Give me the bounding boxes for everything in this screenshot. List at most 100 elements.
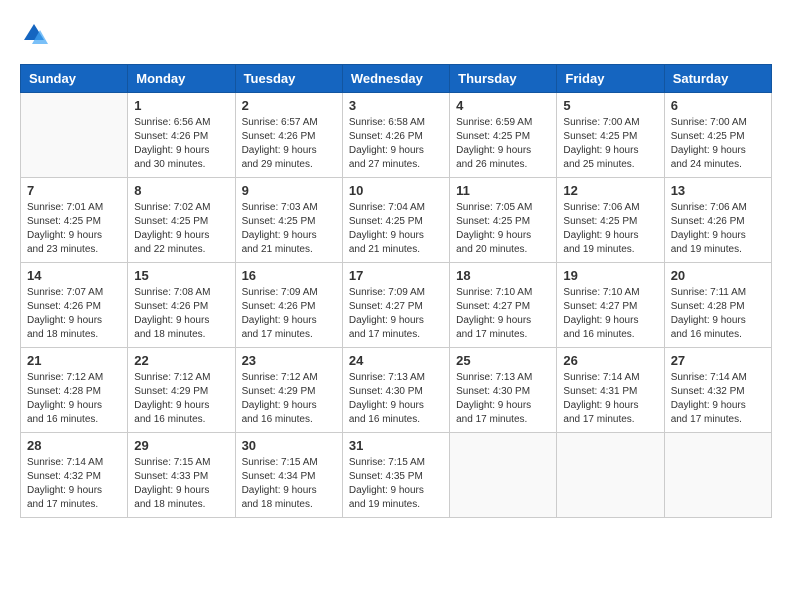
day-number: 29 <box>134 438 228 453</box>
page-header <box>20 20 772 48</box>
day-number: 27 <box>671 353 765 368</box>
calendar-cell: 20 Sunrise: 7:11 AMSunset: 4:28 PMDayligh… <box>664 263 771 348</box>
day-info: Sunrise: 7:12 AMSunset: 4:28 PMDaylight:… <box>27 371 121 427</box>
calendar-cell: 29 Sunrise: 7:15 AMSunset: 4:33 PMDayligh… <box>128 433 235 518</box>
day-number: 14 <box>27 268 121 283</box>
day-number: 7 <box>27 183 121 198</box>
calendar-cell: 27 Sunrise: 7:14 AMSunset: 4:32 PMDayligh… <box>664 348 771 433</box>
calendar-cell: 10Sunrise: 7:04 AMSunset: 4:25 PMDayligh… <box>342 178 449 263</box>
day-info: Sunrise: 7:14 AMSunset: 4:32 PMDaylight:… <box>27 456 121 512</box>
calendar-cell <box>450 433 557 518</box>
day-number: 11 <box>456 183 550 198</box>
day-info: Sunrise: 7:07 AMSunset: 4:26 PMDaylight:… <box>27 286 121 342</box>
day-info: Sunrise: 7:14 AMSunset: 4:31 PMDaylight:… <box>563 371 657 427</box>
day-number: 21 <box>27 353 121 368</box>
calendar-cell: 3 Sunrise: 6:58 AMSunset: 4:26 PMDaylight… <box>342 93 449 178</box>
calendar-cell: 23Sunrise: 7:12 AMSunset: 4:29 PMDayligh… <box>235 348 342 433</box>
calendar-cell: 31 Sunrise: 7:15 AMSunset: 4:35 PMDayligh… <box>342 433 449 518</box>
calendar-cell: 28 Sunrise: 7:14 AMSunset: 4:32 PMDayligh… <box>21 433 128 518</box>
calendar-cell: 11Sunrise: 7:05 AMSunset: 4:25 PMDayligh… <box>450 178 557 263</box>
calendar-cell: 2 Sunrise: 6:57 AMSunset: 4:26 PMDaylight… <box>235 93 342 178</box>
calendar-cell <box>21 93 128 178</box>
calendar-week-2: 7 Sunrise: 7:01 AMSunset: 4:25 PMDaylight… <box>21 178 772 263</box>
day-number: 30 <box>242 438 336 453</box>
day-info: Sunrise: 6:57 AMSunset: 4:26 PMDaylight:… <box>242 116 336 172</box>
day-number: 28 <box>27 438 121 453</box>
calendar-week-3: 14 Sunrise: 7:07 AMSunset: 4:26 PMDayligh… <box>21 263 772 348</box>
day-info: Sunrise: 7:09 AMSunset: 4:26 PMDaylight:… <box>242 286 336 342</box>
logo <box>20 20 52 48</box>
col-header-wednesday: Wednesday <box>342 65 449 93</box>
day-number: 31 <box>349 438 443 453</box>
calendar-cell: 8 Sunrise: 7:02 AMSunset: 4:25 PMDaylight… <box>128 178 235 263</box>
calendar-cell: 24 Sunrise: 7:13 AMSunset: 4:30 PMDayligh… <box>342 348 449 433</box>
calendar-cell: 6 Sunrise: 7:00 AMSunset: 4:25 PMDaylight… <box>664 93 771 178</box>
calendar-cell: 9 Sunrise: 7:03 AMSunset: 4:25 PMDaylight… <box>235 178 342 263</box>
day-info: Sunrise: 7:15 AMSunset: 4:33 PMDaylight:… <box>134 456 228 512</box>
day-number: 6 <box>671 98 765 113</box>
calendar-cell: 1Sunrise: 6:56 AMSunset: 4:26 PMDaylight… <box>128 93 235 178</box>
col-header-saturday: Saturday <box>664 65 771 93</box>
calendar-cell: 22Sunrise: 7:12 AMSunset: 4:29 PMDayligh… <box>128 348 235 433</box>
logo-icon <box>20 20 48 48</box>
col-header-thursday: Thursday <box>450 65 557 93</box>
calendar-cell: 13Sunrise: 7:06 AMSunset: 4:26 PMDayligh… <box>664 178 771 263</box>
calendar-cell: 19 Sunrise: 7:10 AMSunset: 4:27 PMDayligh… <box>557 263 664 348</box>
calendar-cell: 15 Sunrise: 7:08 AMSunset: 4:26 PMDayligh… <box>128 263 235 348</box>
day-info: Sunrise: 6:59 AMSunset: 4:25 PMDaylight:… <box>456 116 550 172</box>
day-info: Sunrise: 7:00 AMSunset: 4:25 PMDaylight:… <box>671 116 765 172</box>
day-info: Sunrise: 7:04 AMSunset: 4:25 PMDaylight:… <box>349 201 443 257</box>
day-number: 3 <box>349 98 443 113</box>
day-number: 2 <box>242 98 336 113</box>
day-info: Sunrise: 6:58 AMSunset: 4:26 PMDaylight:… <box>349 116 443 172</box>
calendar-cell: 16 Sunrise: 7:09 AMSunset: 4:26 PMDayligh… <box>235 263 342 348</box>
day-number: 25 <box>456 353 550 368</box>
calendar-cell: 18 Sunrise: 7:10 AMSunset: 4:27 PMDayligh… <box>450 263 557 348</box>
day-number: 15 <box>134 268 228 283</box>
day-info: Sunrise: 7:03 AMSunset: 4:25 PMDaylight:… <box>242 201 336 257</box>
calendar-table: SundayMondayTuesdayWednesdayThursdayFrid… <box>20 64 772 518</box>
calendar-cell: 7 Sunrise: 7:01 AMSunset: 4:25 PMDaylight… <box>21 178 128 263</box>
day-number: 24 <box>349 353 443 368</box>
day-info: Sunrise: 7:02 AMSunset: 4:25 PMDaylight:… <box>134 201 228 257</box>
day-number: 9 <box>242 183 336 198</box>
day-info: Sunrise: 7:10 AMSunset: 4:27 PMDaylight:… <box>563 286 657 342</box>
day-info: Sunrise: 7:12 AMSunset: 4:29 PMDaylight:… <box>134 371 228 427</box>
day-number: 26 <box>563 353 657 368</box>
day-number: 16 <box>242 268 336 283</box>
day-info: Sunrise: 7:00 AMSunset: 4:25 PMDaylight:… <box>563 116 657 172</box>
calendar-cell: 21 Sunrise: 7:12 AMSunset: 4:28 PMDayligh… <box>21 348 128 433</box>
calendar-week-5: 28 Sunrise: 7:14 AMSunset: 4:32 PMDayligh… <box>21 433 772 518</box>
day-info: Sunrise: 7:08 AMSunset: 4:26 PMDaylight:… <box>134 286 228 342</box>
calendar-cell: 26 Sunrise: 7:14 AMSunset: 4:31 PMDayligh… <box>557 348 664 433</box>
calendar-cell: 14 Sunrise: 7:07 AMSunset: 4:26 PMDayligh… <box>21 263 128 348</box>
day-info: Sunrise: 7:14 AMSunset: 4:32 PMDaylight:… <box>671 371 765 427</box>
col-header-sunday: Sunday <box>21 65 128 93</box>
calendar-cell <box>664 433 771 518</box>
calendar-header-row: SundayMondayTuesdayWednesdayThursdayFrid… <box>21 65 772 93</box>
calendar-cell: 17 Sunrise: 7:09 AMSunset: 4:27 PMDayligh… <box>342 263 449 348</box>
day-info: Sunrise: 7:10 AMSunset: 4:27 PMDaylight:… <box>456 286 550 342</box>
day-number: 20 <box>671 268 765 283</box>
day-number: 19 <box>563 268 657 283</box>
day-info: Sunrise: 7:09 AMSunset: 4:27 PMDaylight:… <box>349 286 443 342</box>
calendar-cell: 5Sunrise: 7:00 AMSunset: 4:25 PMDaylight… <box>557 93 664 178</box>
day-info: Sunrise: 7:11 AMSunset: 4:28 PMDaylight:… <box>671 286 765 342</box>
day-info: Sunrise: 7:15 AMSunset: 4:34 PMDaylight:… <box>242 456 336 512</box>
day-number: 23 <box>242 353 336 368</box>
day-number: 8 <box>134 183 228 198</box>
col-header-monday: Monday <box>128 65 235 93</box>
calendar-cell: 12Sunrise: 7:06 AMSunset: 4:25 PMDayligh… <box>557 178 664 263</box>
calendar-cell: 30 Sunrise: 7:15 AMSunset: 4:34 PMDayligh… <box>235 433 342 518</box>
day-info: Sunrise: 7:06 AMSunset: 4:26 PMDaylight:… <box>671 201 765 257</box>
calendar-week-1: 1Sunrise: 6:56 AMSunset: 4:26 PMDaylight… <box>21 93 772 178</box>
day-info: Sunrise: 7:13 AMSunset: 4:30 PMDaylight:… <box>349 371 443 427</box>
day-number: 12 <box>563 183 657 198</box>
day-number: 17 <box>349 268 443 283</box>
day-info: Sunrise: 7:01 AMSunset: 4:25 PMDaylight:… <box>27 201 121 257</box>
calendar-cell: 25Sunrise: 7:13 AMSunset: 4:30 PMDayligh… <box>450 348 557 433</box>
calendar-cell <box>557 433 664 518</box>
day-number: 18 <box>456 268 550 283</box>
day-info: Sunrise: 7:15 AMSunset: 4:35 PMDaylight:… <box>349 456 443 512</box>
calendar-cell: 4Sunrise: 6:59 AMSunset: 4:25 PMDaylight… <box>450 93 557 178</box>
